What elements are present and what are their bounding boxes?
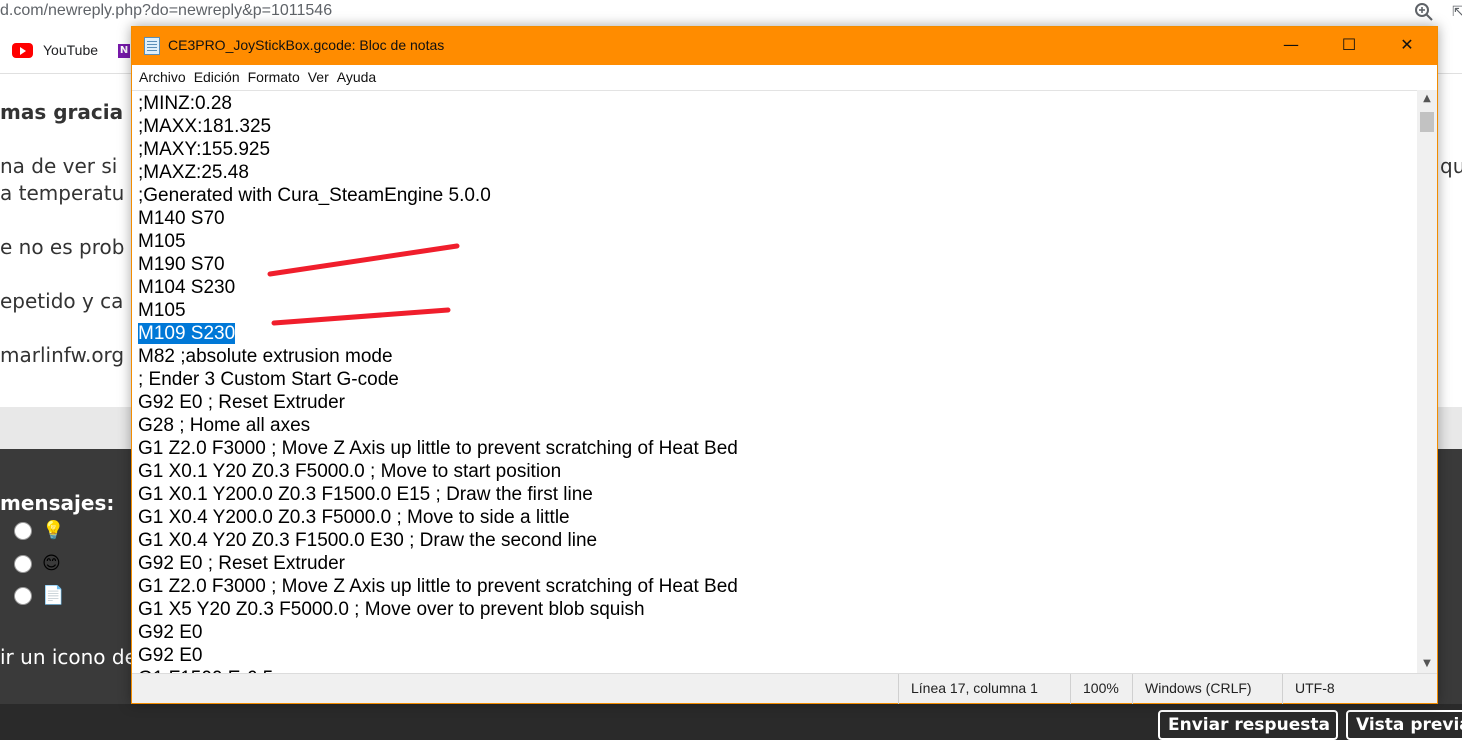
annotation-stroke-2 <box>271 307 451 326</box>
annotation-marks <box>267 243 460 326</box>
annotation-stroke-1 <box>267 243 460 277</box>
